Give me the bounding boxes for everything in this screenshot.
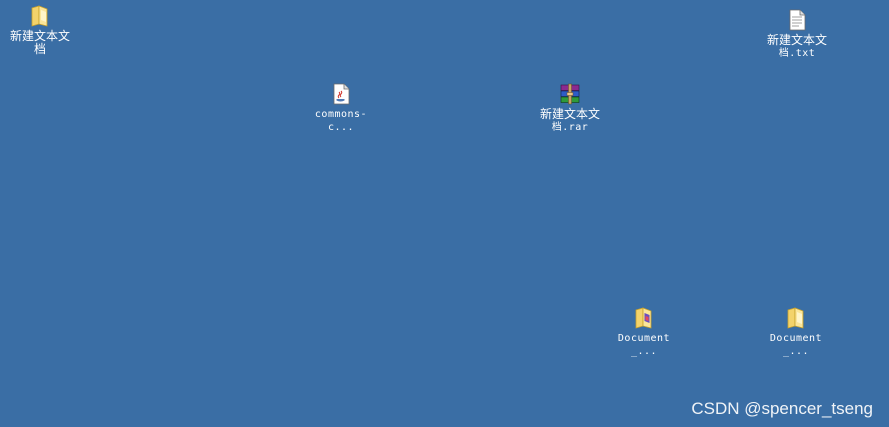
icon-label: 新建文本文档 (9, 29, 70, 56)
folder-icon (787, 307, 804, 329)
desktop-icon-folder-new-doc[interactable]: 新建文本文档 (0, 4, 80, 56)
icon-label-ext: 档.rar (551, 122, 589, 133)
icon-label: Document_... (617, 333, 671, 357)
icon-label-ext: 档.txt (778, 48, 816, 59)
icon-label: commons-c... (314, 109, 368, 133)
desktop-icon-folder-document-1[interactable]: Document_... (604, 306, 684, 358)
documents-folder-icon (635, 307, 652, 329)
folder-icon (31, 5, 48, 27)
icon-label: Document_... (769, 333, 823, 357)
java-file-icon (333, 83, 350, 105)
csdn-watermark: CSDN @spencer_tseng (691, 399, 873, 418)
icon-label: 新建文本文 (766, 33, 827, 47)
text-file-icon (789, 9, 806, 31)
desktop-icon-file-new-rar[interactable]: 新建文本文 档.rar (530, 82, 610, 134)
rar-archive-icon (560, 83, 580, 105)
desktop-icon-file-new-txt[interactable]: 新建文本文 档.txt (757, 8, 837, 60)
icon-label: 新建文本文 (539, 107, 600, 121)
desktop-icon-folder-document-2[interactable]: Document_... (756, 306, 836, 358)
desktop-icon-file-commons[interactable]: commons-c... (301, 82, 381, 134)
